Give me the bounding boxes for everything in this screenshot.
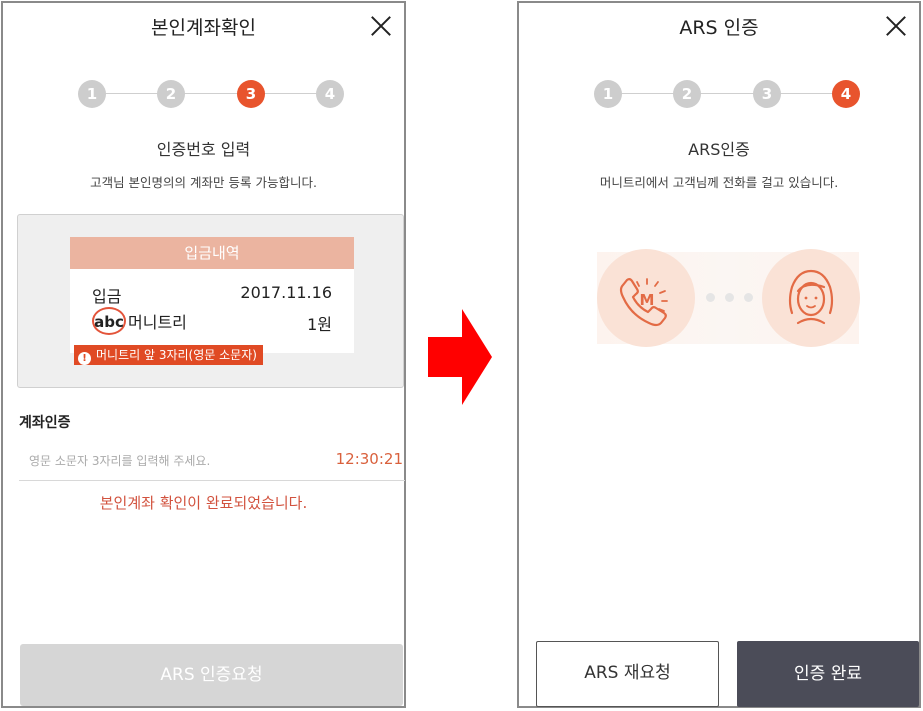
close-icon[interactable] xyxy=(370,15,392,37)
timer: 12:30:21 xyxy=(335,450,403,468)
code-input[interactable] xyxy=(27,448,321,474)
deposit-date-row: 입금 2017.11.16 xyxy=(92,283,332,307)
step-2: 2 xyxy=(673,80,701,108)
deposit-example-box: 입금내역 입금 2017.11.16 abc 머니트리 1원 ! 머니트리 앞 3자… xyxy=(17,214,404,388)
account-auth-label: 계좌인증 xyxy=(19,415,71,431)
subheading: 인증번호 입력 xyxy=(156,140,251,159)
code-highlight: abc xyxy=(92,307,126,335)
description: 머니트리에서 고객님께 전화를 걸고 있습니다. xyxy=(599,175,839,190)
deposit-name-row: abc 머니트리 1원 xyxy=(92,307,332,335)
step-3: 3 xyxy=(237,80,265,108)
description: 고객님 본인명의의 계좌만 등록 가능합니다. xyxy=(90,175,317,190)
step-line xyxy=(88,93,332,94)
progress-dot xyxy=(744,293,753,302)
close-icon[interactable] xyxy=(885,15,907,37)
progress-dot xyxy=(725,293,734,302)
deposit-amount: 1원 xyxy=(307,315,332,334)
exclamation-icon: ! xyxy=(78,352,91,365)
deposit-label: 입금 xyxy=(92,287,122,306)
phone-letter: M xyxy=(640,291,655,309)
progress-dot xyxy=(706,293,715,302)
step-4: 4 xyxy=(832,80,860,108)
deposit-card: 입금내역 입금 2017.11.16 abc 머니트리 1원 xyxy=(70,237,354,353)
step-2: 2 xyxy=(157,80,185,108)
ars-retry-button[interactable]: ARS 재요청 xyxy=(536,641,719,707)
ars-verify-screen: ARS 인증 1 2 3 4 ARS인증 머니트리에서 고객님께 전화를 걸고 … xyxy=(517,1,921,708)
page-title: ARS 인증 xyxy=(679,17,759,39)
step-1: 1 xyxy=(594,80,622,108)
verify-complete-button[interactable]: 인증 완료 xyxy=(737,641,919,707)
phone-call-icon: M xyxy=(597,249,695,347)
user-face-icon xyxy=(762,249,860,347)
deposit-date: 2017.11.16 xyxy=(240,283,332,302)
deposit-header: 입금내역 xyxy=(70,237,354,269)
page-title: 본인계좌확인 xyxy=(151,17,256,39)
step-indicator: 1 2 3 4 xyxy=(594,80,860,108)
ars-request-button[interactable]: ARS 인증요청 xyxy=(20,644,403,706)
step-indicator: 1 2 3 4 xyxy=(78,80,344,108)
deposit-name: 머니트리 xyxy=(128,313,187,332)
success-message: 본인계좌 확인이 완료되었습니다. xyxy=(99,494,308,512)
step-line xyxy=(604,93,848,94)
step-1: 1 xyxy=(78,80,106,108)
subheading: ARS인증 xyxy=(688,140,750,159)
step-3: 3 xyxy=(753,80,781,108)
hint-text: 머니트리 앞 3자리(영문 소문자) xyxy=(96,348,257,362)
code-input-row: 12:30:21 xyxy=(19,440,405,481)
arrow-right-icon xyxy=(428,309,492,405)
hint-badge: ! 머니트리 앞 3자리(영문 소문자) xyxy=(74,345,263,365)
step-4: 4 xyxy=(316,80,344,108)
account-verify-screen: 본인계좌확인 1 2 3 4 인증번호 입력 고객님 본인명의의 계좌만 등록 … xyxy=(1,1,406,708)
